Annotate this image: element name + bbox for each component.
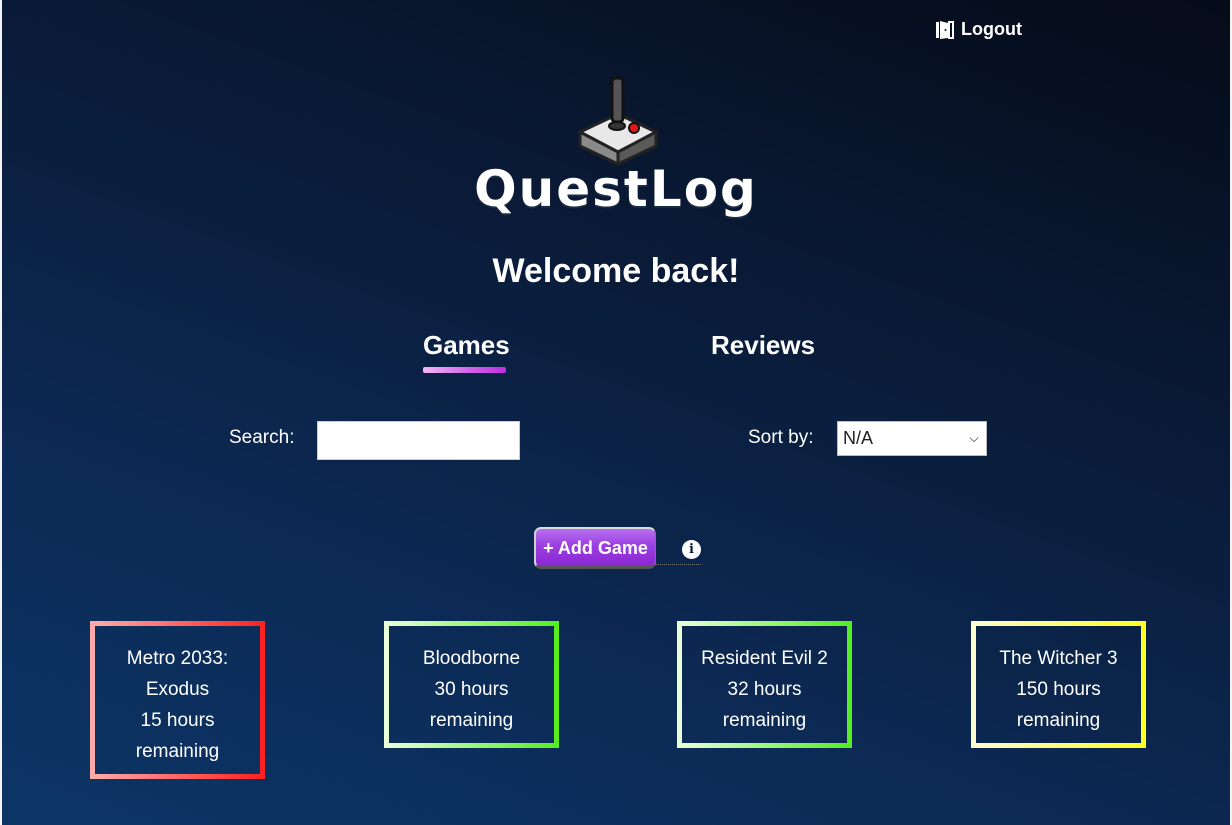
game-hours: 15 hours [140,710,215,731]
info-icon[interactable]: i [682,540,701,559]
tab-games[interactable]: Games [423,330,510,361]
logout-label: Logout [961,18,1022,39]
sort-selected-value: N/A [843,428,874,448]
game-hours: 30 hours [434,679,509,700]
game-status: remaining [135,741,220,762]
info-tooltip-trigger: i [655,538,701,565]
game-hours: 150 hours [1016,679,1101,700]
game-status: remaining [1016,710,1101,731]
game-hours: 32 hours [727,679,802,700]
welcome-heading: Welcome back! [492,252,740,290]
active-tab-indicator [423,367,506,373]
app-logo-text: QuestLog [474,160,758,218]
game-card[interactable]: The Witcher 3 150 hours remaining [971,621,1146,748]
sort-label: Sort by: [748,427,814,448]
joystick-icon [576,76,660,166]
game-title: Bloodborne [422,648,521,669]
game-card[interactable]: Bloodborne 30 hours remaining [384,621,559,748]
chevron-down-icon: ⌵ [969,431,979,445]
sort-select[interactable]: N/A ⌵ [837,421,987,456]
door-exit-icon [936,21,954,39]
tab-reviews[interactable]: Reviews [711,330,815,361]
search-label: Search: [229,427,295,448]
game-title-continued: Exodus [145,679,210,700]
game-title: The Witcher 3 [999,648,1118,669]
logout-button[interactable]: Logout [933,18,1022,40]
game-status: remaining [429,710,514,731]
game-title: Metro 2033: [126,648,229,669]
search-input[interactable] [317,421,520,460]
add-game-button[interactable]: + Add Game [534,527,656,569]
game-title: Resident Evil 2 [701,648,828,669]
game-card[interactable]: Resident Evil 2 32 hours remaining [677,621,852,748]
game-card[interactable]: Metro 2033: Exodus 15 hours remaining [90,621,265,779]
game-status: remaining [722,710,807,731]
